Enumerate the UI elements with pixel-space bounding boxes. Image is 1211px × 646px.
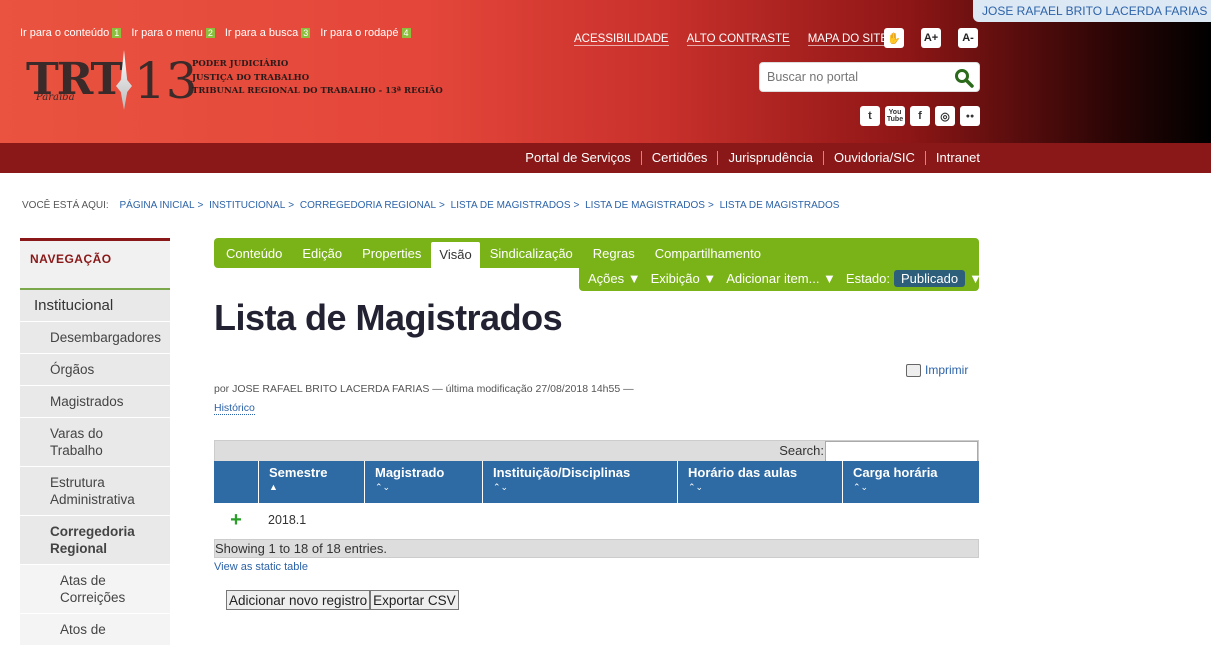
sort-icon: ⌃⌄ [493, 482, 509, 492]
tab-regras[interactable]: Regras [583, 238, 645, 268]
high-contrast-link[interactable]: ALTO CONTRASTE [686, 33, 790, 46]
sign-language-icon[interactable]: ✋ [884, 28, 904, 48]
column-instituicao[interactable]: Instituição/Disciplinas ⌃⌄ [482, 461, 677, 503]
breadcrumb-item[interactable]: CORREGEDORIA REGIONAL [300, 200, 436, 211]
portal-search [759, 62, 980, 92]
tab-sindicalizacao[interactable]: Sindicalização [480, 238, 583, 268]
menu-item-ouvidoria[interactable]: Ouvidoria/SIC [822, 151, 925, 165]
export-csv-button[interactable]: Exportar CSV [370, 590, 459, 610]
nav-item-estrutura[interactable]: Estrutura Administrativa [20, 467, 170, 516]
edit-actions-bar: Ações ▼ Exibição ▼ Adicionar item... ▼ E… [579, 265, 982, 291]
skip-to-footer[interactable]: Ir para o rodapé 4 [320, 27, 411, 39]
print-link[interactable]: Imprimir [906, 363, 968, 377]
youtube-icon[interactable]: You Tube [885, 106, 905, 126]
add-item-menu[interactable]: Adicionar item... ▼ [726, 271, 836, 286]
state-dropdown-icon[interactable]: ▼ [969, 271, 982, 286]
add-record-button[interactable]: Adicionar novo registro [226, 590, 371, 610]
search-icon[interactable] [954, 68, 974, 88]
skip-links: Ir para o conteúdo 1 Ir para o menu 2 Ir p… [20, 27, 411, 39]
site-header: Ir para o conteúdo 1 Ir para o menu 2 Ir p… [0, 0, 1211, 143]
column-semestre[interactable]: Semestre ▲ [258, 461, 364, 503]
static-table-link[interactable]: View as static table [214, 561, 308, 573]
display-menu[interactable]: Exibição ▼ [651, 271, 717, 286]
column-horario[interactable]: Horário das aulas ⌃⌄ [677, 461, 842, 503]
history-link[interactable]: Histórico [214, 402, 255, 415]
nav-item-magistrados[interactable]: Magistrados [20, 386, 170, 418]
instagram-icon[interactable]: ◎ [935, 106, 955, 126]
facebook-icon[interactable]: f [910, 106, 930, 126]
search-input[interactable] [760, 63, 940, 91]
skip-to-menu[interactable]: Ir para o menu 2 [131, 27, 215, 39]
breadcrumb-item[interactable]: LISTA DE MAGISTRADOS [720, 200, 840, 211]
flickr-icon[interactable]: ●● [960, 106, 980, 126]
breadcrumb-item[interactable]: LISTA DE MAGISTRADOS [585, 200, 705, 211]
nav-item-desembargadores[interactable]: Desembargadores [20, 322, 170, 354]
breadcrumb: VOCÊ ESTÁ AQUI: PÁGINA INICIAL > INSTITUC… [22, 200, 840, 211]
nav-title: NAVEGAÇÃO [20, 238, 170, 290]
skip-to-content[interactable]: Ir para o conteúdo 1 [20, 27, 122, 39]
skip-to-search[interactable]: Ir para a busca 3 [225, 27, 311, 39]
tab-properties[interactable]: Properties [352, 238, 431, 268]
column-carga[interactable]: Carga horária ⌃⌄ [842, 461, 979, 503]
actions-menu[interactable]: Ações ▼ [588, 271, 641, 286]
expand-column [214, 461, 258, 503]
nav-item-varas[interactable]: Varas do Trabalho [20, 418, 170, 467]
table-info: Showing 1 to 18 of 18 entries. [214, 539, 979, 558]
menu-item-jurisprudencia[interactable]: Jurisprudência [717, 151, 823, 165]
menu-item-certidoes[interactable]: Certidões [640, 151, 718, 165]
tab-edicao[interactable]: Edição [292, 238, 352, 268]
accessibility-icons: ✋ A+ A- [884, 28, 978, 48]
table-search-bar: Search: [214, 440, 979, 462]
nav-subitem-atas[interactable]: Atas de Correições [20, 565, 170, 614]
column-magistrado[interactable]: Magistrado ⌃⌄ [364, 461, 482, 503]
breadcrumb-item[interactable]: LISTA DE MAGISTRADOS [451, 200, 571, 211]
sort-icon: ⌃⌄ [375, 482, 391, 492]
user-menu[interactable]: JOSE RAFAEL BRITO LACERDA FARIAS ▼ [973, 0, 1211, 22]
nav-subitem-atos[interactable]: Atos de [20, 614, 170, 646]
expand-row-icon[interactable]: + [214, 509, 258, 532]
menu-item-services[interactable]: Portal de Serviços [515, 151, 641, 165]
accessibility-links: ACESSIBILIDADE ALTO CONTRASTE MAPA DO SI… [574, 33, 888, 46]
sitemap-link[interactable]: MAPA DO SITE [807, 33, 888, 46]
navigation-sidebar: NAVEGAÇÃO Institucional Desembargadores … [20, 238, 170, 646]
state-badge[interactable]: Publicado [894, 269, 966, 287]
state-label: Estado: [845, 270, 891, 286]
social-links: t You Tube f ◎ ●● [860, 106, 980, 126]
breadcrumb-item[interactable]: PÁGINA INICIAL [119, 200, 194, 211]
trt13-logo[interactable]: TRT 13 Paraíba [24, 50, 198, 120]
cell-semestre: 2018.1 [268, 513, 307, 527]
font-decrease-icon[interactable]: A- [958, 28, 978, 48]
organization-name: PODER JUDICIÁRIO JUSTIÇA DO TRABALHO TRI… [192, 59, 443, 96]
menu-item-intranet[interactable]: Intranet [924, 151, 980, 165]
main-menu: Portal de Serviços Certidões Jurisprudên… [0, 143, 1211, 173]
nav-item-institucional[interactable]: Institucional [20, 290, 170, 322]
font-increase-icon[interactable]: A+ [921, 28, 941, 48]
edit-toolbar: Conteúdo Edição Properties Visão Sindica… [214, 238, 979, 268]
sort-asc-icon: ▲ [269, 482, 278, 492]
accessibility-link[interactable]: ACESSIBILIDADE [574, 33, 669, 46]
nav-item-orgaos[interactable]: Órgãos [20, 354, 170, 386]
table-search-input[interactable] [825, 441, 978, 462]
tab-visao[interactable]: Visão [431, 242, 480, 268]
table-header: Semestre ▲ Magistrado ⌃⌄ Instituição/Disci… [214, 461, 979, 503]
tab-compartilhamento[interactable]: Compartilhamento [645, 238, 771, 268]
printer-icon [906, 363, 921, 377]
nav-item-corregedoria[interactable]: Corregedoria Regional [20, 516, 170, 565]
table-row: + 2018.1 [214, 505, 979, 535]
tab-conteudo[interactable]: Conteúdo [216, 238, 292, 268]
twitter-icon[interactable]: t [860, 106, 880, 126]
breadcrumb-item[interactable]: INSTITUCIONAL [209, 200, 285, 211]
page-title: Lista de Magistrados [214, 297, 563, 338]
sort-icon: ⌃⌄ [853, 482, 869, 492]
sort-icon: ⌃⌄ [688, 482, 704, 492]
table-actions: Adicionar novo registro Exportar CSV [226, 590, 459, 610]
document-byline: por JOSE RAFAEL BRITO LACERDA FARIAS — ú… [214, 383, 634, 395]
